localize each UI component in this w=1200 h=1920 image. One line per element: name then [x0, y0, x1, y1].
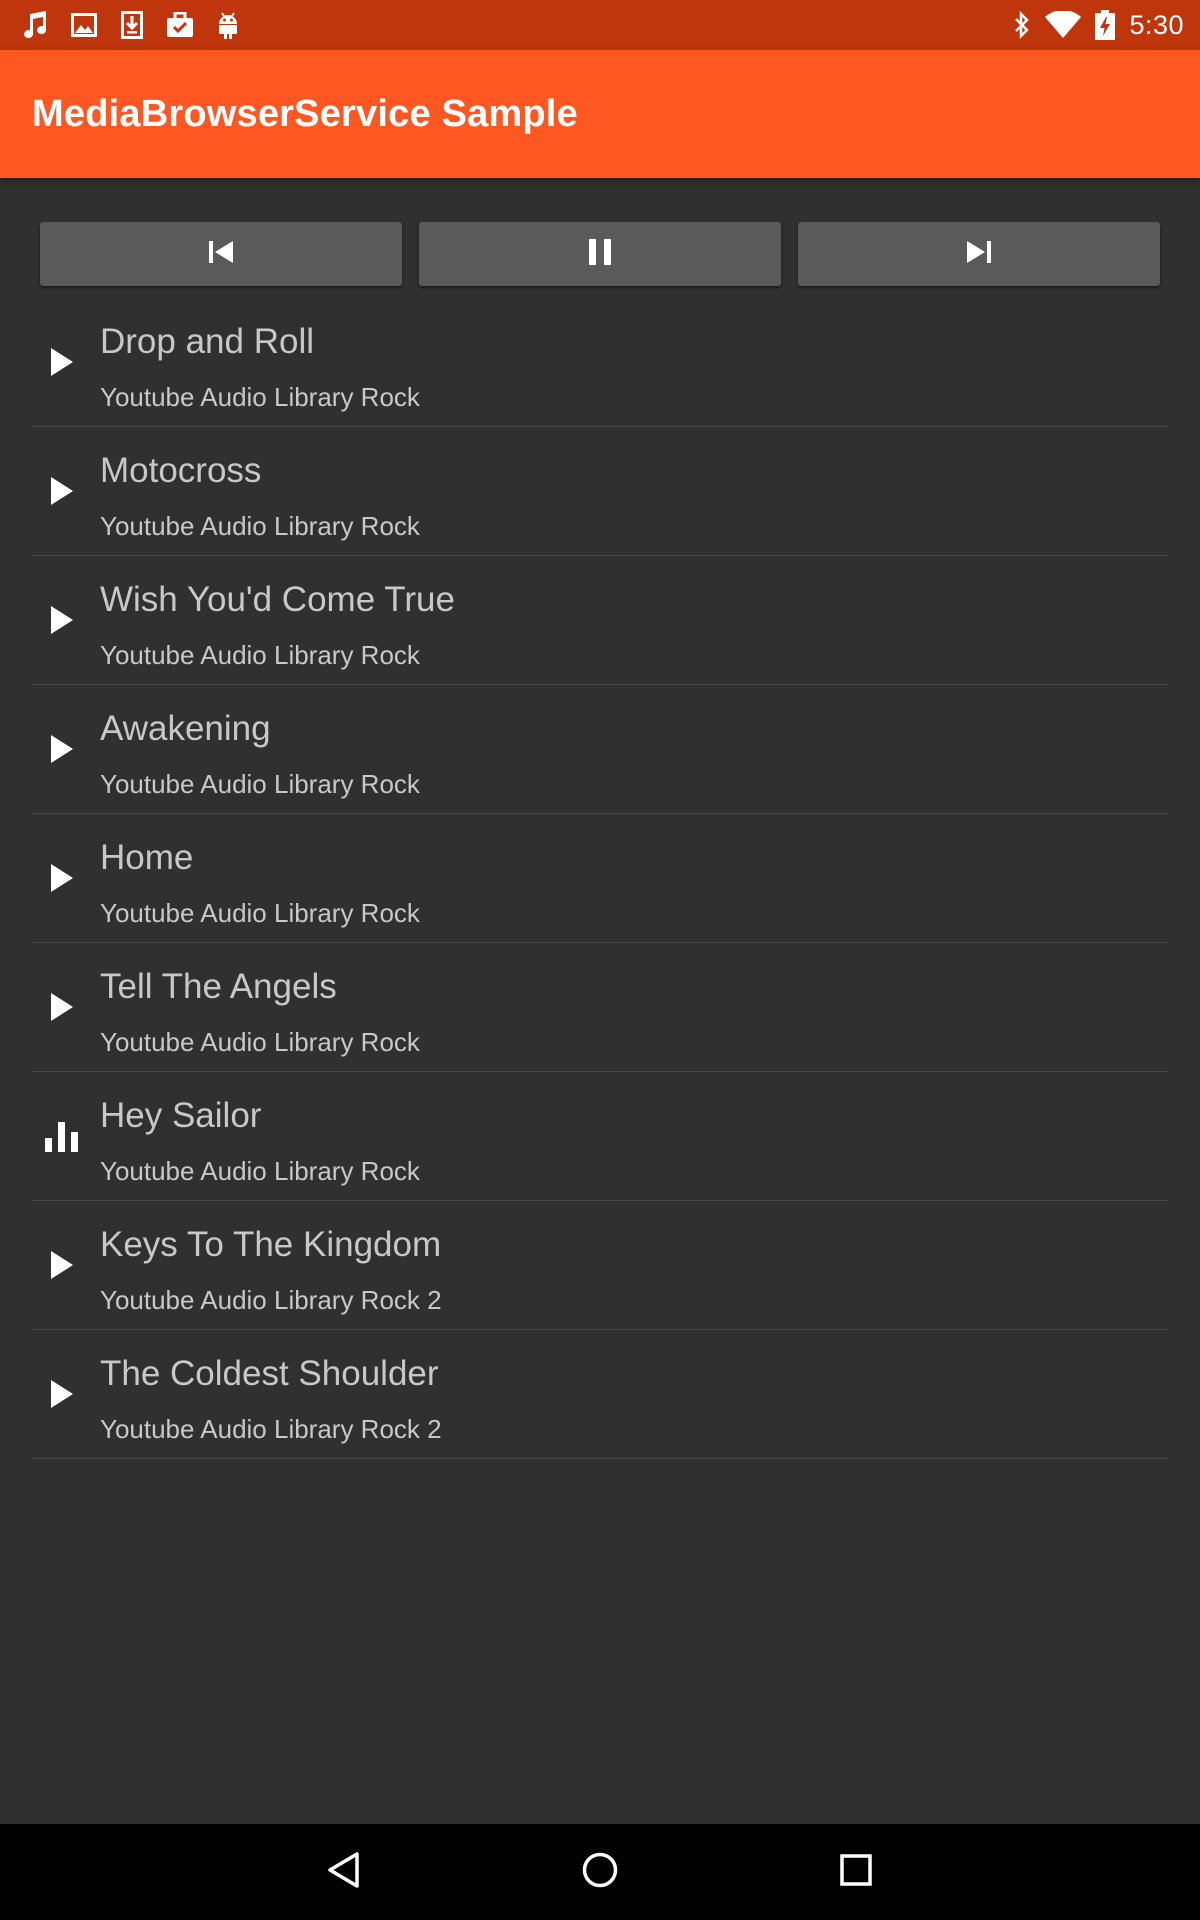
play-icon — [42, 1245, 82, 1285]
recents-icon — [839, 1853, 873, 1892]
track-subtitle: Youtube Audio Library Rock 2 — [100, 1285, 442, 1315]
home-button[interactable] — [576, 1848, 624, 1896]
previous-button[interactable] — [40, 222, 402, 286]
back-icon — [326, 1851, 362, 1894]
list-item[interactable]: Keys To The Kingdom Youtube Audio Librar… — [32, 1201, 1168, 1330]
equalizer-icon — [42, 1116, 82, 1156]
app-title: MediaBrowserService Sample — [32, 92, 578, 135]
track-title: Hey Sailor — [100, 1096, 262, 1135]
track-subtitle: Youtube Audio Library Rock — [100, 382, 420, 412]
track-subtitle: Youtube Audio Library Rock — [100, 1027, 420, 1057]
android-icon — [214, 11, 242, 39]
track-subtitle: Youtube Audio Library Rock — [100, 1156, 420, 1186]
play-icon — [42, 342, 82, 382]
play-icon — [42, 471, 82, 511]
recents-button[interactable] — [832, 1848, 880, 1896]
status-time: 5:30 — [1129, 9, 1184, 40]
list-item[interactable]: Wish You'd Come True Youtube Audio Libra… — [32, 556, 1168, 685]
skip-next-icon — [965, 238, 993, 271]
next-button[interactable] — [798, 222, 1160, 286]
track-title: Wish You'd Come True — [100, 580, 455, 619]
wifi-icon — [1045, 11, 1082, 39]
play-icon — [42, 729, 82, 769]
play-icon — [42, 858, 82, 898]
pause-icon — [586, 238, 614, 271]
track-list: Drop and Roll Youtube Audio Library Rock… — [32, 298, 1168, 1459]
notification-icons — [22, 11, 262, 39]
track-subtitle: Youtube Audio Library Rock — [100, 511, 420, 541]
list-item[interactable]: Motocross Youtube Audio Library Rock — [32, 427, 1168, 556]
list-item[interactable]: Drop and Roll Youtube Audio Library Rock — [32, 298, 1168, 427]
playback-controls — [40, 222, 1160, 286]
system-icons: 5:30 — [999, 10, 1184, 41]
play-icon — [42, 987, 82, 1027]
track-title: Tell The Angels — [100, 967, 337, 1006]
status-bar: 5:30 — [0, 0, 1200, 50]
download-icon — [118, 11, 146, 39]
navigation-bar — [0, 1824, 1200, 1920]
track-subtitle: Youtube Audio Library Rock — [100, 898, 420, 928]
list-item[interactable]: Hey Sailor Youtube Audio Library Rock — [32, 1072, 1168, 1201]
track-title: Drop and Roll — [100, 322, 314, 361]
home-icon — [581, 1851, 619, 1894]
app-bar: MediaBrowserService Sample — [0, 50, 1200, 178]
bluetooth-icon — [1013, 11, 1031, 39]
track-title: The Coldest Shoulder — [100, 1354, 439, 1393]
play-icon — [42, 1374, 82, 1414]
music-note-icon — [22, 11, 50, 39]
track-subtitle: Youtube Audio Library Rock — [100, 769, 420, 799]
image-icon — [70, 11, 98, 39]
back-button[interactable] — [320, 1848, 368, 1896]
pause-button[interactable] — [419, 222, 781, 286]
track-subtitle: Youtube Audio Library Rock — [100, 640, 420, 670]
track-title: Awakening — [100, 709, 271, 748]
play-icon — [42, 600, 82, 640]
track-title: Keys To The Kingdom — [100, 1225, 442, 1264]
list-item[interactable]: Awakening Youtube Audio Library Rock — [32, 685, 1168, 814]
track-subtitle: Youtube Audio Library Rock 2 — [100, 1414, 442, 1444]
battery-charging-icon — [1095, 10, 1116, 40]
track-title: Motocross — [100, 451, 262, 490]
list-item[interactable]: Tell The Angels Youtube Audio Library Ro… — [32, 943, 1168, 1072]
list-item[interactable]: Home Youtube Audio Library Rock — [32, 814, 1168, 943]
clipboard-check-icon — [166, 11, 194, 39]
list-item[interactable]: The Coldest Shoulder Youtube Audio Libra… — [32, 1330, 1168, 1459]
track-title: Home — [100, 838, 194, 877]
skip-previous-icon — [207, 238, 235, 271]
